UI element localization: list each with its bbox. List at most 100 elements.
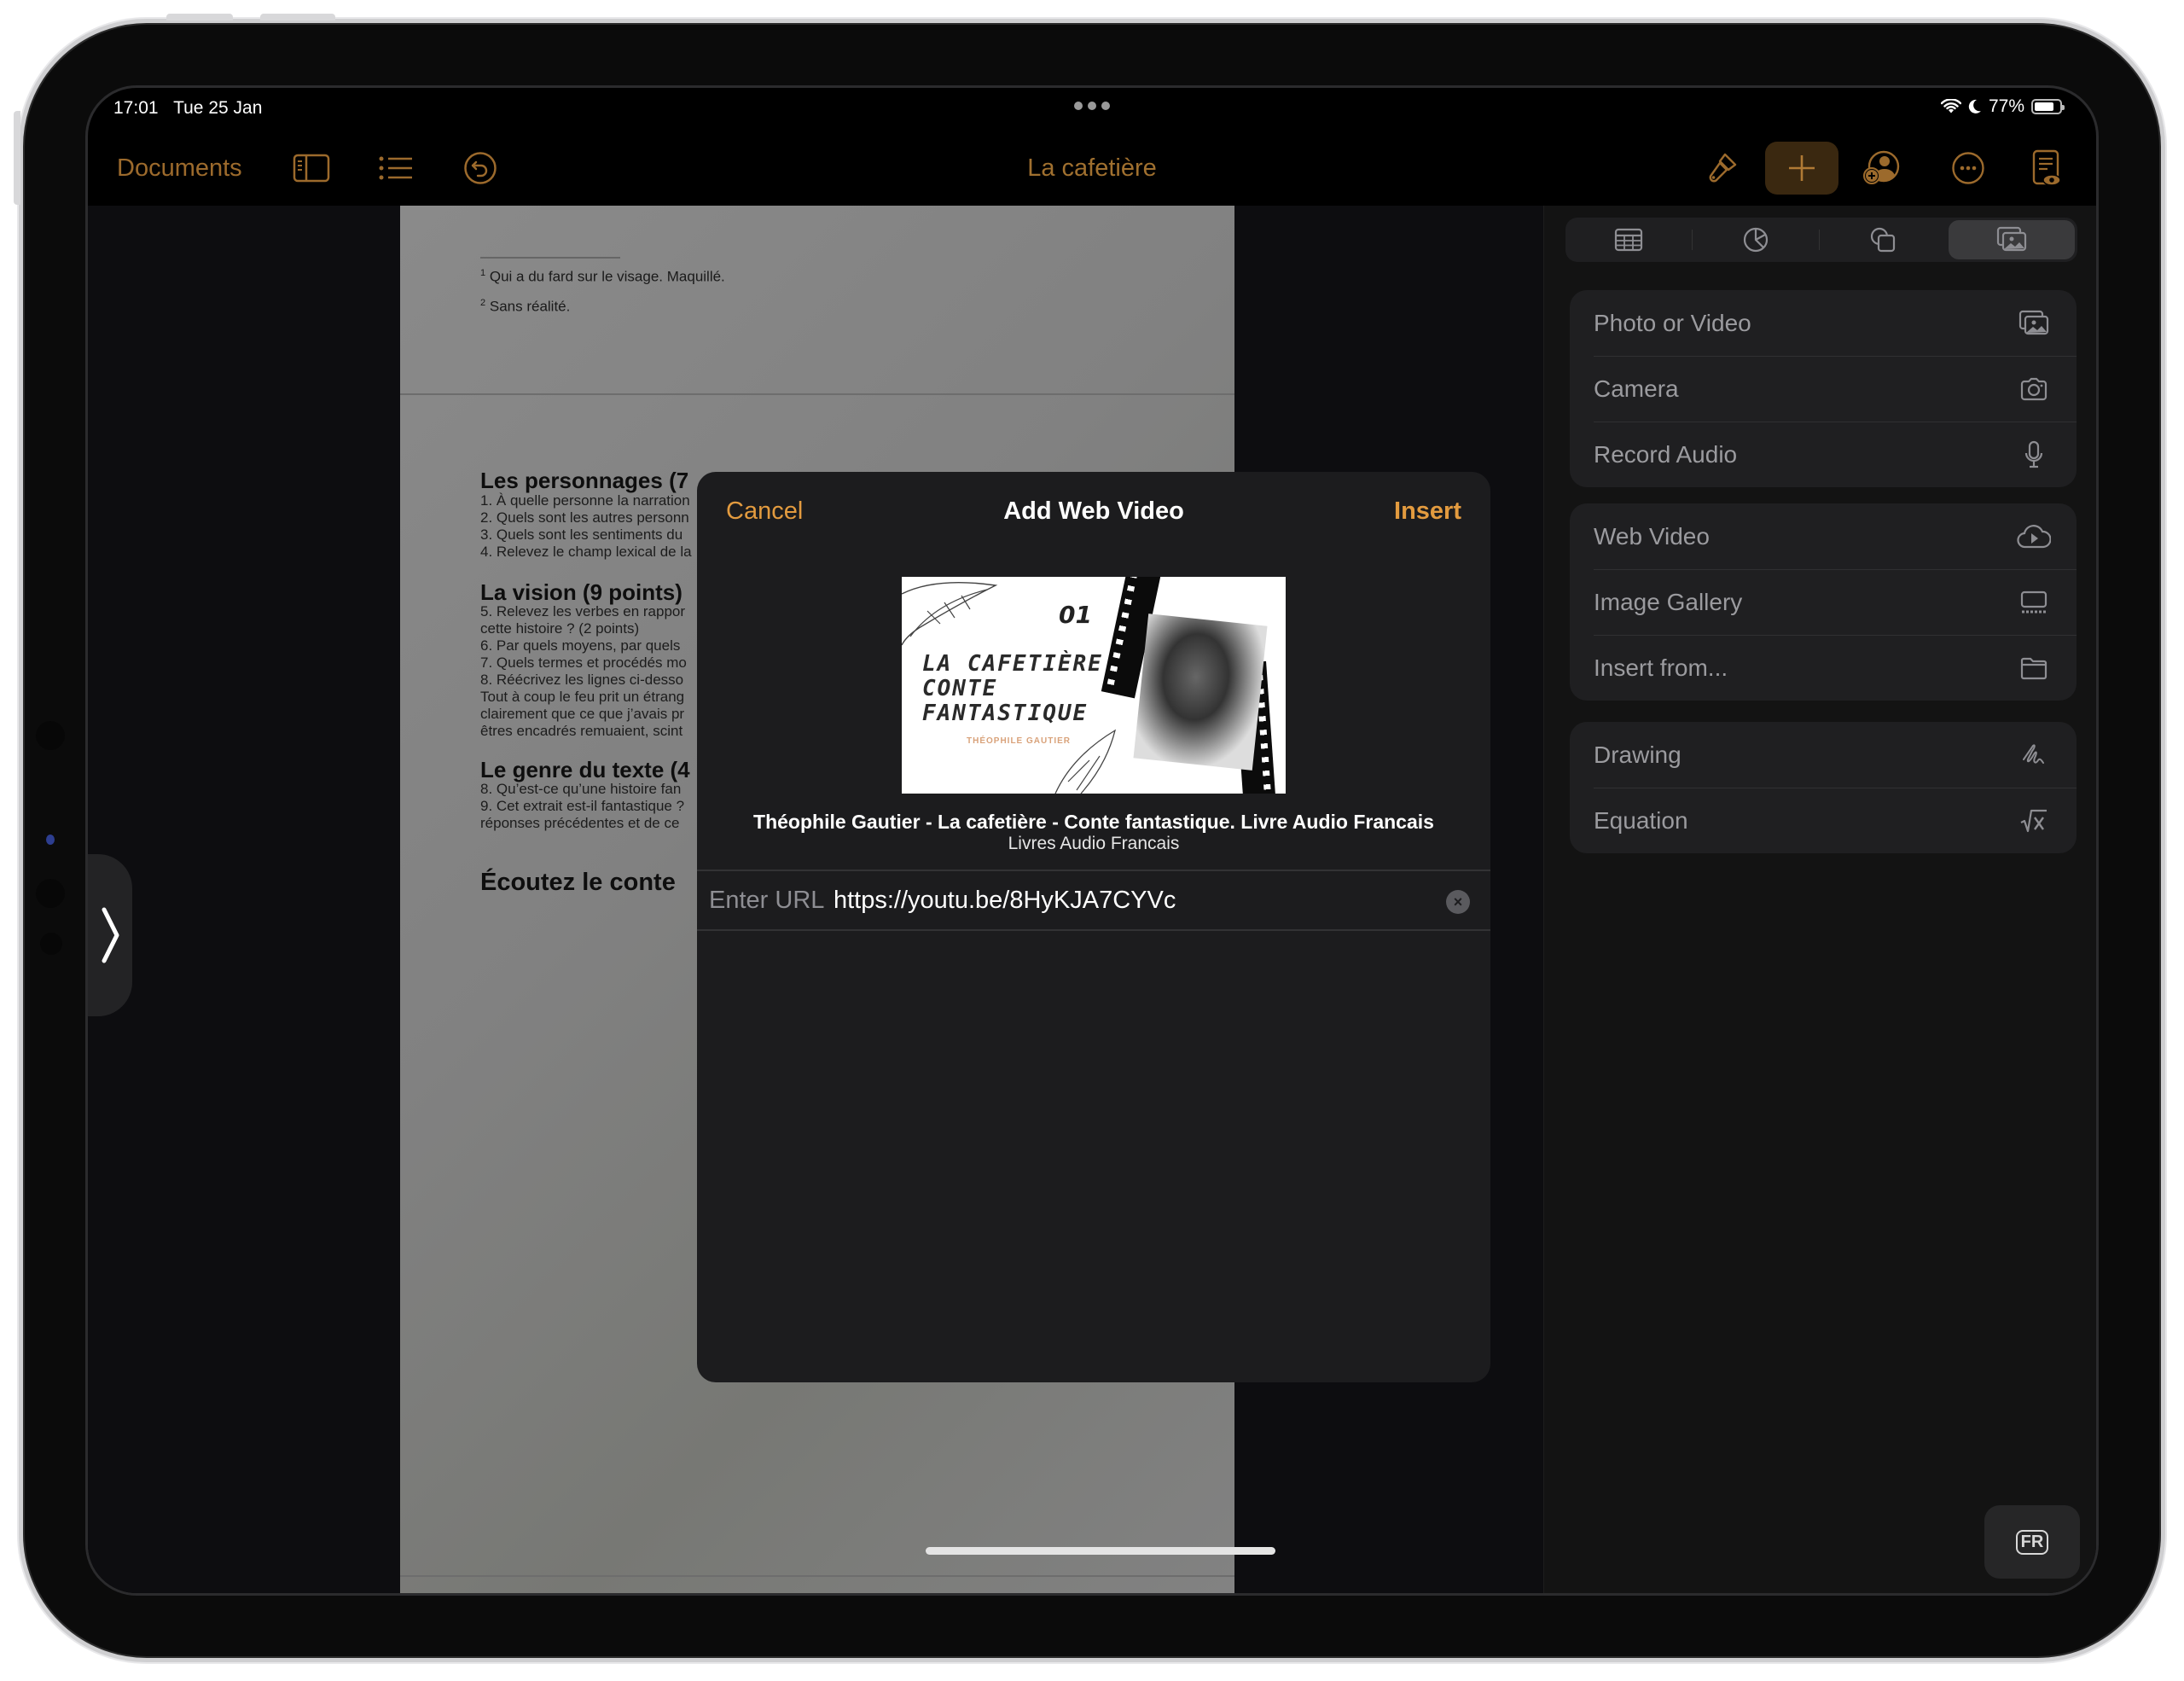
- cloud-play-icon: [2017, 520, 2051, 554]
- plus-icon: [1789, 155, 1815, 181]
- thumbnail-title: LA CAFETIÈRE, CONTE FANTASTIQUE: [922, 651, 1118, 726]
- insert-button[interactable]: Insert: [1394, 497, 1461, 526]
- question-line: 6. Par quels moyens, par quels: [480, 637, 681, 654]
- battery-fill: [2035, 102, 2053, 111]
- media-icon: [1996, 226, 2027, 252]
- section-heading: Écoutez le conte: [480, 869, 676, 896]
- insert-button[interactable]: [1765, 142, 1838, 195]
- moon-icon: [1968, 99, 1981, 113]
- question-line: 5. Relevez les verbes en rappor: [480, 603, 686, 619]
- status-time: 17:01 Tue 25 Jan: [113, 98, 263, 118]
- thumbnail-number: 01: [1059, 601, 1092, 629]
- camera-sensor: [36, 879, 65, 908]
- language-badge: FR: [2015, 1529, 2049, 1555]
- list-icon: [379, 156, 412, 180]
- tab-shapes[interactable]: [1820, 218, 1946, 262]
- outline-button[interactable]: [378, 131, 414, 206]
- battery-icon: [2031, 99, 2065, 114]
- microphone-icon: [2017, 438, 2051, 472]
- camera-lens: [46, 835, 55, 845]
- url-label: Enter URL: [709, 887, 825, 914]
- clear-url-button[interactable]: ×: [1446, 890, 1470, 914]
- url-field-row: Enter URL ×: [697, 870, 1490, 931]
- cancel-button[interactable]: Cancel: [726, 497, 803, 526]
- thumbnail-author: THÉOPHILE GAUTIER: [967, 736, 1072, 746]
- wifi-icon: [1940, 99, 1961, 113]
- page-visible-text: Les personnages (7 1. À quelle personne …: [400, 206, 698, 1593]
- section-heading: Les personnages (7: [480, 468, 689, 493]
- tab-tables[interactable]: [1565, 218, 1692, 262]
- show-sidebar-tab[interactable]: [88, 854, 132, 1016]
- scribble-icon: [2017, 738, 2051, 772]
- menu-item-insert-from[interactable]: Insert from...: [1570, 635, 2077, 701]
- more-icon: [1952, 152, 1984, 184]
- table-icon: [1614, 228, 1643, 252]
- chevron-right-icon: [102, 907, 119, 963]
- document-title[interactable]: La cafetière: [1027, 131, 1157, 206]
- tab-charts[interactable]: [1693, 218, 1819, 262]
- url-input[interactable]: [834, 881, 1414, 919]
- documents-button[interactable]: Documents: [117, 131, 242, 206]
- square-root-icon: [2017, 804, 2051, 838]
- reader-view-icon: [2032, 149, 2061, 186]
- menu-item-camera[interactable]: Camera: [1570, 356, 2077, 422]
- collaborate-button[interactable]: [1862, 131, 1900, 206]
- question-line: 8. Qu’est-ce qu’une histoire fan: [480, 781, 682, 797]
- home-indicator[interactable]: [926, 1547, 1275, 1555]
- battery-percent: 77%: [1988, 96, 2024, 116]
- menu-item-drawing[interactable]: Drawing: [1570, 722, 2077, 788]
- camera-icon: [2017, 372, 2051, 406]
- question-line: 4. Relevez le champ lexical de la: [480, 544, 692, 560]
- menu-item-equation[interactable]: Equation: [1570, 788, 2077, 853]
- video-thumbnail: 01 LA CAFETIÈRE, CONTE FANTASTIQUE THÉOP…: [902, 577, 1286, 794]
- format-button[interactable]: [1705, 131, 1739, 206]
- portrait-illustration: [1133, 614, 1268, 771]
- volume-button: [260, 14, 335, 20]
- camera-sensor: [36, 721, 65, 750]
- video-channel: Livres Audio Francais: [1008, 834, 1180, 853]
- insert-category-tabs: [1565, 218, 2077, 262]
- menu-item-photo-or-video[interactable]: Photo or Video: [1570, 290, 2077, 356]
- collaborate-icon: [1863, 150, 1900, 184]
- question-line: 2. Quels sont les autres personn: [480, 509, 689, 526]
- power-button: [14, 111, 20, 205]
- web-options-group: Web Video Image Gallery Insert from...: [1570, 503, 2077, 701]
- menu-item-image-gallery[interactable]: Image Gallery: [1570, 569, 2077, 635]
- section-heading: Le genre du texte (4: [480, 757, 690, 782]
- reader-view-button[interactable]: [2031, 131, 2062, 206]
- more-button[interactable]: [1951, 131, 1985, 206]
- folder-icon: [2017, 651, 2051, 685]
- toolbar: Documents La cafetière: [88, 131, 2096, 206]
- status-indicators: 77%: [1940, 96, 2065, 117]
- question-line: 3. Quels sont les sentiments du: [480, 526, 683, 543]
- undo-icon: [464, 152, 497, 184]
- status-bar: 17:01 Tue 25 Jan 77%: [88, 88, 2096, 131]
- menu-item-record-audio[interactable]: Record Audio: [1570, 422, 2077, 487]
- question-line: 8. Réécrivez les lignes ci-desso: [480, 672, 684, 688]
- dialog-title: Add Web Video: [1003, 497, 1184, 525]
- tab-media[interactable]: [1949, 220, 2075, 259]
- question-line: 9. Cet extrait est-il fantastique ?: [480, 798, 685, 814]
- insert-panel: Photo or Video Camera Record Audio Web V…: [1543, 206, 2096, 1593]
- shapes-icon: [1870, 227, 1896, 253]
- menu-item-web-video[interactable]: Web Video: [1570, 503, 2077, 569]
- chart-icon: [1743, 227, 1769, 253]
- leaf-illustration: [1054, 729, 1117, 794]
- sidebar-toggle-button[interactable]: [293, 131, 330, 206]
- question-line: clairement que ce que j’avais pr: [480, 706, 685, 722]
- multitasking-dots[interactable]: [1074, 102, 1110, 110]
- volume-button: [166, 14, 233, 20]
- keyboard-language-button[interactable]: FR: [1984, 1505, 2080, 1579]
- media-options-group: Photo or Video Camera Record Audio: [1570, 290, 2077, 487]
- question-line: 1. À quelle personne la narration: [480, 492, 690, 509]
- camera-sensor: [40, 933, 62, 955]
- main-area: 1 Qui a du fard sur le visage. Maquillé.…: [88, 206, 2096, 1593]
- drawing-options-group: Drawing Equation: [1570, 722, 2077, 853]
- question-line: Tout à coup le feu prit un étrang: [480, 689, 685, 705]
- section-heading: La vision (9 points): [480, 579, 682, 605]
- question-line: réponses précédentes et de ce: [480, 815, 680, 831]
- question-line: 7. Quels termes et procédés mo: [480, 654, 687, 671]
- undo-button[interactable]: [463, 131, 497, 206]
- image-gallery-icon: [2017, 585, 2051, 619]
- sidebar-icon: [293, 154, 330, 183]
